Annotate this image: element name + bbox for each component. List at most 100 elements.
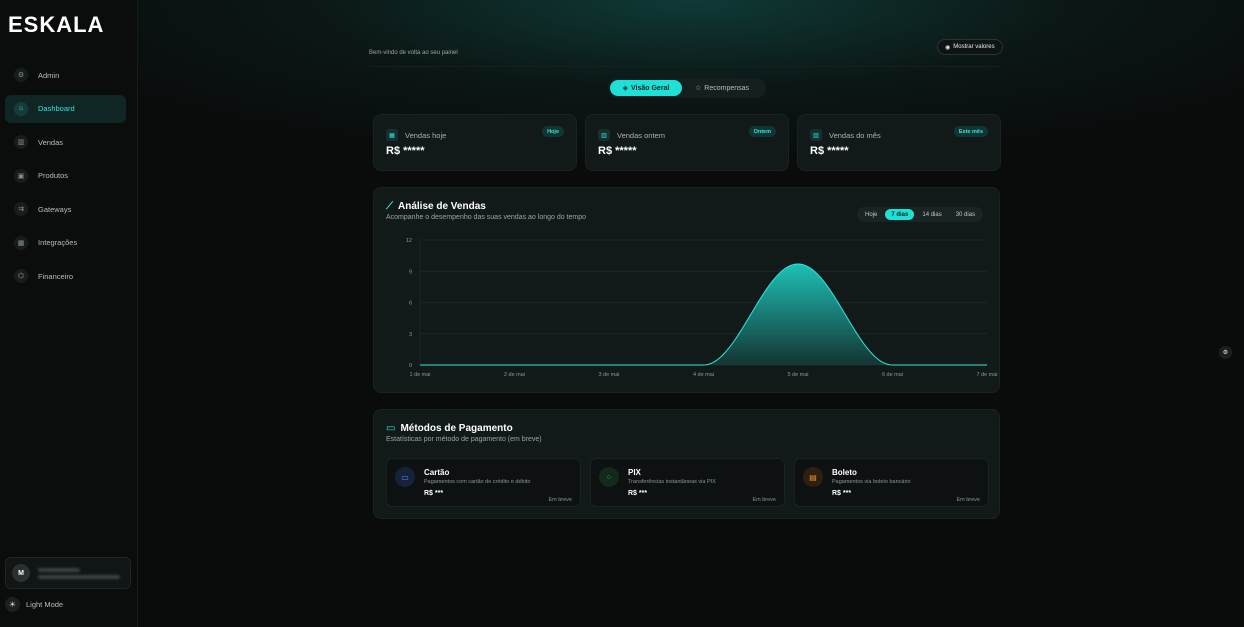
light-mode-toggle[interactable]: ☀ Light Mode (5, 597, 63, 612)
tab-visao-geral[interactable]: ◈ Visão Geral (610, 80, 682, 96)
welcome-text: Bem-vindo de volta ao seu painel (369, 50, 458, 56)
sidebar-item-dashboard[interactable]: ⌂ Dashboard (5, 94, 126, 123)
method-name: Cartão (424, 468, 450, 477)
x-tick-label: 7 de mai (976, 372, 997, 378)
series-area (420, 263, 987, 365)
y-tick-label: 3 (409, 332, 412, 338)
status-badge: Ontem (748, 126, 776, 137)
stat-value: R$ ***** (598, 145, 637, 157)
chart-subtitle: Acompanhe o desempenho das suas vendas a… (386, 214, 587, 221)
barcode-icon: ▤ (803, 467, 823, 487)
bar-chart-icon: ▥ (14, 135, 28, 149)
settings-float-button[interactable]: ⚙ (1219, 346, 1232, 359)
avatar: M (12, 564, 30, 582)
sidebar-item-label: Gateways (38, 204, 72, 214)
chart-title-label: Análise de Vendas (398, 201, 486, 212)
payments-title-label: Métodos de Pagamento (400, 423, 513, 434)
method-card-pix[interactable]: ⁘ PIX Transferências instantâneas via PI… (590, 458, 785, 507)
stat-title-label: Vendas ontem (617, 130, 665, 140)
trend-icon: ⟋ (386, 201, 393, 212)
x-tick-label: 6 de mai (882, 372, 903, 378)
tab-label: Recompensas (704, 84, 750, 92)
stat-value: R$ ***** (810, 145, 849, 157)
sidebar-item-produtos[interactable]: ▣ Produtos (5, 162, 126, 190)
tab-label: Visão Geral (630, 84, 670, 92)
x-tick-label: 2 de mai (504, 372, 525, 378)
bar-chart-icon: ▥ (598, 129, 610, 141)
user-name-redacted (38, 567, 80, 572)
main-content: Bem-vindo de volta ao seu painel ◉ Mostr… (138, 0, 1244, 627)
method-status: Em breve (956, 497, 980, 503)
range-14-dias[interactable]: 14 dias (916, 209, 947, 220)
sidebar-item-gateways[interactable]: ⇉ Gateways (5, 195, 126, 223)
box-icon: ▣ (14, 168, 28, 183)
stat-value: R$ ***** (386, 145, 425, 157)
sidebar-item-financeiro[interactable]: ⌬ Financeiro (5, 262, 126, 290)
stat-card-hoje: ▦ Vendas hoje Hoje R$ ***** (373, 114, 577, 171)
x-tick-label: 4 de mai (693, 372, 714, 378)
method-value: R$ *** (628, 490, 648, 497)
sidebar-item-label: Vendas (38, 137, 64, 147)
calendar-icon: ▦ (386, 129, 398, 141)
sidebar-item-vendas[interactable]: ▥ Vendas (5, 128, 126, 156)
x-tick-label: 3 de mai (598, 372, 619, 378)
payments-subtitle: Estatísticas por método de pagamento (em… (386, 436, 542, 443)
show-values-label: Mostrar valores (953, 44, 995, 50)
y-tick-label: 6 (409, 301, 412, 307)
series-line (420, 263, 987, 366)
app-window: ESKALA ⚙ Admin ⌂ Dashboard ▥ Vendas ▣ Pr… (0, 0, 1244, 627)
sidebar-item-label: Admin (38, 70, 60, 80)
card-icon: ▭ (395, 467, 415, 487)
range-selector: Hoje 7 dias 14 dias 30 dias (857, 207, 984, 222)
method-value: R$ *** (832, 490, 852, 497)
stat-title-label: Vendas do mês (829, 130, 881, 140)
show-values-button[interactable]: ◉ Mostrar valores (937, 39, 1003, 55)
sidebar-item-admin[interactable]: ⚙ Admin (5, 61, 126, 89)
method-name: PIX (628, 468, 641, 477)
user-card[interactable]: M (5, 557, 131, 589)
payments-title: ▭ Métodos de Pagamento (386, 423, 513, 434)
method-status: Em breve (752, 497, 776, 503)
sidebar-item-label: Produtos (38, 171, 69, 180)
method-desc: Pagamentos com cartão de crédito e débit… (424, 479, 531, 485)
method-status: Em breve (548, 497, 572, 503)
credit-card-icon: ▭ (386, 423, 396, 434)
stat-card-mes: ▥ Vendas do mês Este mês R$ ***** (797, 114, 1001, 171)
sidebar: ESKALA ⚙ Admin ⌂ Dashboard ▥ Vendas ▣ Pr… (0, 0, 138, 627)
home-icon: ⌂ (14, 101, 28, 116)
user-email-redacted (38, 574, 120, 579)
stat-title: ▦ Vendas hoje (386, 129, 446, 141)
status-badge: Este mês (953, 126, 988, 137)
method-card-boleto[interactable]: ▤ Boleto Pagamentos via boleto bancário … (794, 458, 989, 507)
range-7-dias[interactable]: 7 dias (885, 209, 915, 220)
y-tick-label: 12 (406, 238, 412, 244)
sales-analysis-card: 0 3 6 9 12 1 de mai 2 de mai 3 de mai 4 de mai 5 … (373, 187, 1000, 393)
method-desc: Transferências instantâneas via PIX (628, 479, 716, 485)
qr-code-icon: ⁘ (599, 467, 619, 487)
brand-logo[interactable]: ESKALA (8, 12, 104, 38)
eye-icon: ◉ (945, 44, 951, 51)
sidebar-nav: ⚙ Admin ⌂ Dashboard ▥ Vendas ▣ Produtos … (5, 61, 126, 296)
payment-methods-card: ▭ Métodos de Pagamento Estatísticas por … (373, 409, 1000, 519)
method-value: R$ *** (424, 490, 444, 497)
route-icon: ⇉ (14, 202, 28, 216)
sidebar-item-label: Dashboard (38, 104, 75, 113)
sidebar-item-integracoes[interactable]: ▦ Integrações (5, 229, 126, 257)
bar-chart-icon: ▥ (810, 129, 822, 141)
grid-icon: ▦ (14, 235, 28, 250)
y-tick-label: 0 (409, 363, 412, 369)
stat-title-label: Vendas hoje (405, 130, 447, 140)
stat-title: ▥ Vendas do mês (810, 129, 881, 141)
header-divider (369, 66, 1001, 67)
bank-icon: ⌬ (14, 269, 28, 283)
range-30-dias[interactable]: 30 dias (950, 209, 981, 220)
sidebar-item-label: Integrações (38, 238, 78, 247)
status-badge: Hoje (542, 126, 564, 137)
layers-icon: ◈ (622, 85, 628, 92)
method-card-cartao[interactable]: ▭ Cartão Pagamentos com cartão de crédit… (386, 458, 581, 507)
tab-recompensas[interactable]: ☆ Recompensas (682, 80, 762, 96)
sidebar-item-label: Financeiro (38, 271, 74, 281)
method-name: Boleto (832, 468, 857, 477)
method-desc: Pagamentos via boleto bancário (832, 479, 911, 485)
range-hoje[interactable]: Hoje (859, 209, 883, 220)
